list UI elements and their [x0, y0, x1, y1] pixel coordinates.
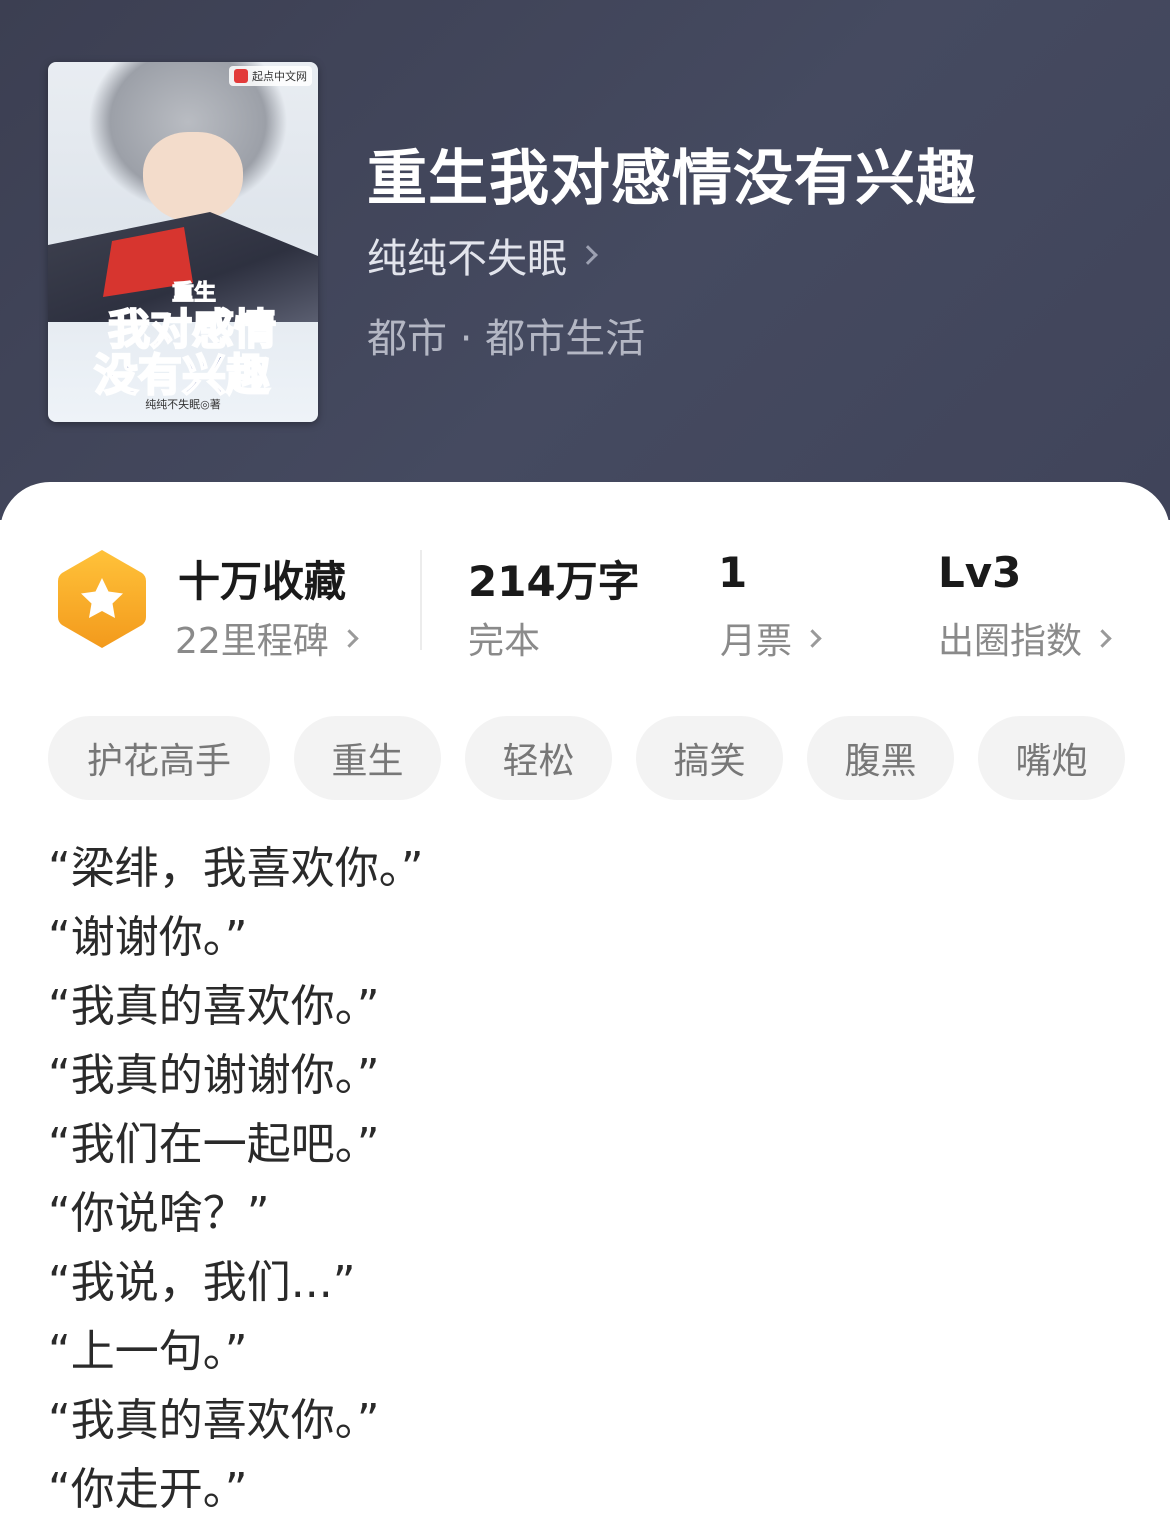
- book-cover[interactable]: 起点中文网 重生 我对感情 没有兴趣 纯纯不失眠◎著: [48, 62, 318, 422]
- cover-art-face: [143, 132, 243, 222]
- book-description[interactable]: “梁绯，我喜欢你。” “谢谢你。” “我真的喜欢你。” “我真的谢谢你。” “我…: [48, 834, 1108, 1520]
- description-line: “我真的喜欢你。”: [48, 1395, 380, 1446]
- completion-status: 完本: [468, 612, 540, 664]
- monthly-ticket-link[interactable]: 月票: [720, 612, 822, 664]
- tag-chip[interactable]: 腹黑: [807, 716, 954, 800]
- description-line: “我真的谢谢你。”: [48, 1050, 380, 1101]
- stats-divider: [420, 550, 422, 650]
- cover-platform-logo-text: 起点中文网: [252, 70, 307, 83]
- tag-chip[interactable]: 重生: [294, 716, 441, 800]
- qidian-logo-icon: [234, 69, 248, 83]
- book-detail-card: 十万收藏 22里程碑 214万字 完本 1 月票 Lv3 出圈指数 护花高手 重…: [0, 482, 1170, 1520]
- stats-row: 十万收藏 22里程碑 214万字 完本 1 月票 Lv3 出圈指数: [0, 482, 1170, 682]
- popularity-index-label: 出圈指数: [938, 621, 1083, 662]
- milestone-link[interactable]: 22里程碑: [175, 612, 359, 664]
- popularity-index-link[interactable]: 出圈指数: [938, 612, 1112, 664]
- cover-title-line3: 没有兴趣: [94, 350, 270, 401]
- description-line: “我真的喜欢你。”: [48, 981, 380, 1032]
- cover-title-art: 重生 我对感情 没有兴趣: [93, 281, 277, 403]
- cover-title-line2: 我对感情: [108, 305, 276, 354]
- chevron-right-icon: [340, 628, 359, 648]
- cover-platform-logo: 起点中文网: [229, 66, 312, 86]
- description-line: “上一句。”: [48, 1326, 248, 1377]
- monthly-ticket-count: 1: [718, 548, 748, 597]
- book-category: 都市 · 都市生活: [367, 316, 646, 362]
- tag-chip[interactable]: 嘴炮: [978, 716, 1125, 800]
- chevron-right-icon: [578, 245, 598, 265]
- tag-chip[interactable]: 轻松: [465, 716, 612, 800]
- monthly-ticket-label: 月票: [720, 621, 793, 662]
- description-line: “你说啥？”: [48, 1188, 270, 1239]
- cover-title-line1: 重生: [172, 281, 216, 306]
- tag-chip[interactable]: 护花高手: [48, 716, 270, 800]
- star-hexagon-medal-icon: [58, 550, 146, 648]
- popularity-level: Lv3: [938, 548, 1022, 597]
- author-link[interactable]: 纯纯不失眠: [367, 226, 598, 284]
- word-count: 214万字: [468, 557, 640, 606]
- description-line: “梁绯，我喜欢你。”: [48, 843, 424, 894]
- tag-list: 护花高手 重生 轻松 搞笑 腹黑 嘴炮: [48, 716, 1125, 800]
- milestone-label: 22里程碑: [175, 621, 329, 662]
- description-line: “你走开。”: [48, 1464, 248, 1515]
- description-line: “我们在一起吧。”: [48, 1119, 380, 1170]
- description-line: “我说，我们...”: [48, 1257, 356, 1308]
- author-name: 纯纯不失眠: [367, 236, 567, 282]
- completion-label: 完本: [468, 621, 541, 662]
- cover-author-credit: 纯纯不失眠◎著: [145, 398, 221, 411]
- book-title: 重生我对感情没有兴趣: [367, 144, 977, 214]
- book-header: 起点中文网 重生 我对感情 没有兴趣 纯纯不失眠◎著 重生我对感情没有兴趣 纯纯…: [0, 0, 1170, 520]
- collection-count: 十万收藏: [178, 557, 347, 606]
- description-line: “谢谢你。”: [48, 912, 248, 963]
- chevron-right-icon: [803, 628, 822, 648]
- tag-chip[interactable]: 搞笑: [636, 716, 783, 800]
- chevron-right-icon: [1093, 628, 1112, 648]
